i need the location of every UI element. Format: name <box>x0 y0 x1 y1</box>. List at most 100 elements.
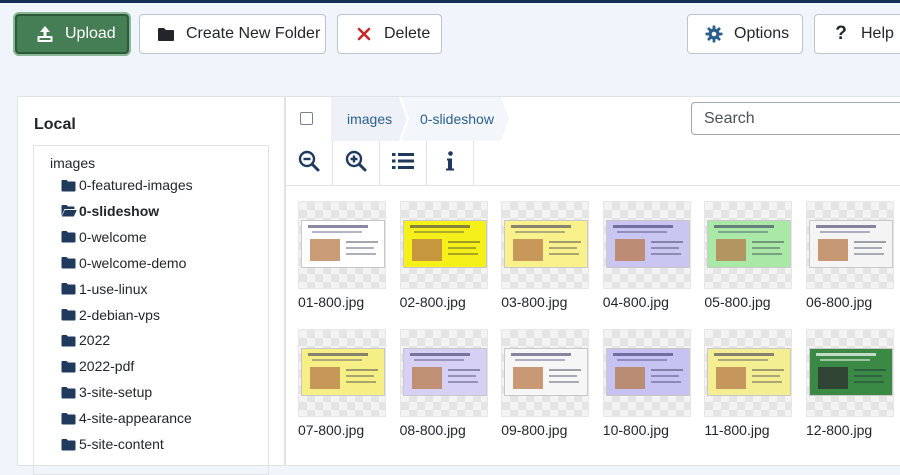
create-folder-label: Create New Folder <box>186 25 321 42</box>
file-thumbnail <box>501 201 590 289</box>
create-folder-button[interactable]: Create New Folder <box>139 14 326 54</box>
file-tile[interactable]: 11-800.jpg <box>704 329 793 438</box>
breadcrumb-item-current[interactable]: 0-slideshow <box>420 97 494 141</box>
slide-preview-image <box>504 220 589 268</box>
file-thumbnail <box>704 201 793 289</box>
options-label: Options <box>734 25 790 42</box>
file-name: 07-800.jpg <box>298 422 365 438</box>
zoom-out-button[interactable] <box>286 141 333 185</box>
folder-icon <box>61 282 77 296</box>
delete-label: Delete <box>384 25 431 42</box>
file-tile[interactable]: 10-800.jpg <box>602 329 691 438</box>
file-thumbnail <box>704 329 793 417</box>
file-tile[interactable]: 12-800.jpg <box>806 329 894 438</box>
folder-tree: images 0-featured-images 0-slideshow 0-wel… <box>33 145 269 475</box>
file-name: 05-800.jpg <box>704 294 771 310</box>
tree-item-label: 5-site-content <box>79 436 164 452</box>
help-button[interactable]: ? Help <box>814 14 900 54</box>
tree-item[interactable]: 0-slideshow <box>61 200 159 222</box>
slide-preview-image <box>605 220 690 268</box>
file-tile[interactable]: 08-800.jpg <box>399 329 488 438</box>
slide-preview-image <box>707 348 792 396</box>
help-label: Help <box>861 25 894 42</box>
tree-item-label: 1-use-linux <box>79 280 148 297</box>
folder-icon <box>61 385 77 399</box>
file-name: 09-800.jpg <box>501 422 568 438</box>
local-sidebar: Local images 0-featured-images 0-slidesho… <box>17 96 285 475</box>
zoom-in-icon <box>345 150 367 177</box>
slide-preview-image <box>504 348 589 396</box>
file-name: 11-800.jpg <box>704 422 770 438</box>
file-tile[interactable]: 02-800.jpg <box>399 201 488 310</box>
folder-icon <box>61 178 77 192</box>
zoom-out-icon <box>298 150 320 177</box>
tree-item-label: 0-featured-images <box>79 177 193 193</box>
folder-open-icon <box>61 204 77 218</box>
file-thumbnail <box>298 201 386 289</box>
delete-button[interactable]: Delete <box>337 14 442 54</box>
breadcrumb-row: images 0-slideshow <box>286 97 900 141</box>
list-view-button[interactable] <box>380 141 427 185</box>
upload-label: Upload <box>65 25 116 42</box>
info-button[interactable] <box>427 141 474 185</box>
tree-item[interactable]: 5-site-content <box>61 433 164 455</box>
view-toolbar <box>286 141 900 186</box>
tree-item[interactable]: 0-featured-images <box>61 174 193 196</box>
tree-item-label: 2-debian-vps <box>79 306 160 323</box>
folder-icon <box>61 230 77 244</box>
file-tile[interactable]: 04-800.jpg <box>602 201 691 310</box>
slide-preview-image <box>809 348 893 396</box>
file-name: 10-800.jpg <box>602 422 669 438</box>
tree-item-label: 2022 <box>79 332 111 349</box>
file-thumbnail <box>298 329 386 417</box>
file-tile[interactable]: 09-800.jpg <box>501 329 590 438</box>
file-thumbnail <box>602 329 691 417</box>
folder-icon <box>61 308 77 322</box>
tree-root-images[interactable]: images <box>50 155 95 171</box>
slide-preview-image <box>707 220 792 268</box>
search-input[interactable] <box>691 102 900 135</box>
tree-item[interactable]: 2022-pdf <box>61 355 134 377</box>
tree-item-label: 3-site-setup <box>79 384 153 401</box>
file-tile[interactable]: 05-800.jpg <box>704 201 793 310</box>
file-thumbnail <box>806 329 894 417</box>
file-tile[interactable]: 01-800.jpg <box>298 201 386 310</box>
folder-icon <box>61 359 77 373</box>
slide-preview-image <box>301 220 385 268</box>
options-button[interactable]: Options <box>687 14 803 54</box>
upload-button[interactable]: Upload <box>15 14 129 54</box>
breadcrumb-item-images[interactable]: images <box>347 97 392 141</box>
file-name: 08-800.jpg <box>399 422 466 438</box>
breadcrumb: images 0-slideshow <box>331 97 551 141</box>
tree-item[interactable]: 4-site-appearance <box>61 407 192 429</box>
file-tile[interactable]: 06-800.jpg <box>806 201 894 310</box>
toolbar: Upload Create New Folder Delete Options … <box>0 3 900 66</box>
folder-icon <box>61 333 77 347</box>
folder-icon <box>61 437 77 451</box>
tree-item[interactable]: 1-use-linux <box>61 278 147 300</box>
tree-item[interactable]: 0-welcome-demo <box>61 252 186 274</box>
folder-icon <box>156 24 176 44</box>
file-tile[interactable]: 07-800.jpg <box>298 329 386 438</box>
file-name: 03-800.jpg <box>501 294 568 310</box>
upload-icon <box>35 24 55 44</box>
media-browser: images 0-slideshow 01-800.jpg 02-800.jpg 0… <box>285 96 900 466</box>
file-thumbnail <box>602 201 691 289</box>
file-tile[interactable]: 03-800.jpg <box>501 201 590 310</box>
list-view-icon <box>392 152 414 175</box>
gear-icon <box>704 24 724 44</box>
tree-item[interactable]: 2022 <box>61 329 110 351</box>
file-thumbnail <box>806 201 894 289</box>
file-name: 02-800.jpg <box>399 294 466 310</box>
slide-preview-image <box>402 220 487 268</box>
file-thumbnail <box>399 329 488 417</box>
select-all-checkbox[interactable] <box>300 112 313 125</box>
tree-item[interactable]: 2-debian-vps <box>61 304 160 326</box>
slide-preview-image <box>301 348 385 396</box>
folder-icon <box>61 256 77 270</box>
folder-icon <box>61 411 77 425</box>
zoom-in-button[interactable] <box>333 141 380 185</box>
file-name: 06-800.jpg <box>806 294 873 310</box>
tree-item[interactable]: 0-welcome <box>61 226 147 248</box>
tree-item[interactable]: 3-site-setup <box>61 381 152 403</box>
